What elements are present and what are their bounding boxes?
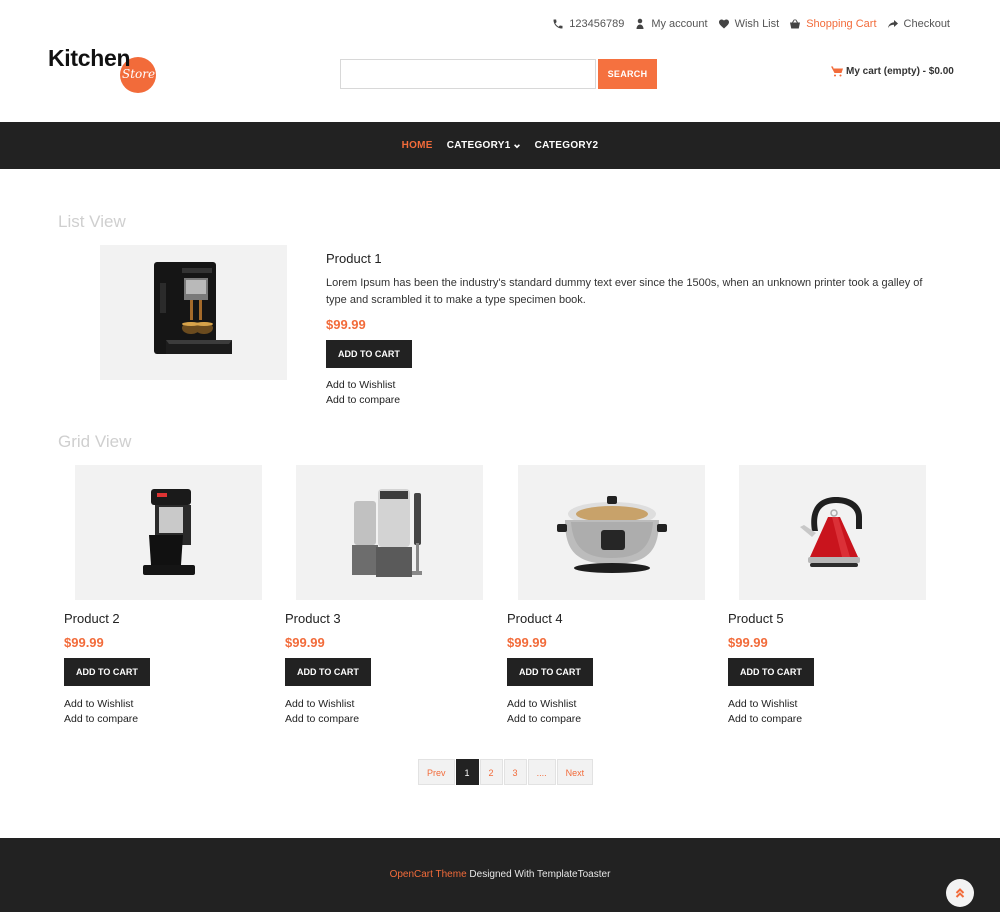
mini-cart[interactable]: My cart (empty) - $0.00 (831, 66, 954, 77)
add-to-cart-button[interactable]: ADD TO CART (285, 658, 371, 686)
top-links: 123456789 My account Wish List Shopping … (552, 18, 950, 30)
add-to-wishlist-link[interactable]: Add to Wishlist (507, 697, 705, 712)
nav-home-label: HOME (401, 140, 433, 151)
add-to-wishlist-link[interactable]: Add to Wishlist (64, 697, 262, 712)
my-account-link[interactable]: My account (634, 18, 708, 30)
product-name[interactable]: Product 3 (285, 611, 483, 626)
grid-product-card: Product 4 $99.99 ADD TO CART Add to Wish… (507, 465, 705, 727)
phone-icon (553, 19, 563, 29)
add-to-compare-link[interactable]: Add to compare (285, 712, 483, 727)
pagination-page-3[interactable]: 3 (503, 759, 527, 785)
product-price: $99.99 (64, 635, 104, 650)
list-view-title: List View (58, 212, 126, 231)
product-image-slow-cooker[interactable] (518, 465, 705, 600)
pagination-page-1[interactable]: 1 (455, 759, 479, 785)
pagination-next[interactable]: Next (556, 759, 594, 785)
search-bar: SEARCH (340, 59, 657, 89)
heart-icon (718, 19, 729, 29)
grid-product-card: Product 2 $99.99 ADD TO CART Add to Wish… (64, 465, 262, 727)
nav-item-home[interactable]: HOME (402, 140, 433, 151)
list-product: Product 1 Lorem Ipsum has been the indus… (326, 251, 936, 408)
add-to-compare-link[interactable]: Add to compare (507, 712, 705, 727)
pagination-ellipsis[interactable]: .... (527, 759, 556, 785)
add-to-wishlist-link[interactable]: Add to Wishlist (326, 378, 936, 393)
product-name[interactable]: Product 4 (507, 611, 705, 626)
food-processor-icon (351, 488, 422, 577)
main-nav: HOME CATEGORY1 CATEGORY2 (0, 122, 1000, 169)
nav-category2-label: CATEGORY2 (534, 140, 599, 151)
product-image-espresso-machine[interactable] (100, 245, 287, 380)
product-image-red-kettle[interactable] (739, 465, 926, 600)
add-to-compare-link[interactable]: Add to compare (64, 712, 262, 727)
footer-credit-text: Designed With TemplateToaster (466, 869, 611, 880)
opencart-theme-link[interactable]: OpenCart Theme (390, 869, 467, 880)
product-price: $99.99 (507, 635, 547, 650)
phone-number: 123456789 (569, 18, 625, 30)
checkout-link[interactable]: Checkout (887, 18, 950, 30)
wish-list-link[interactable]: Wish List (718, 18, 780, 30)
add-to-cart-button[interactable]: ADD TO CART (507, 658, 593, 686)
nav-item-category1[interactable]: CATEGORY1 (447, 140, 521, 151)
my-account-label: My account (651, 18, 708, 30)
checkout-label: Checkout (903, 18, 950, 30)
grid-product-card: Product 5 $99.99 ADD TO CART Add to Wish… (728, 465, 926, 727)
mini-cart-label: My cart (empty) - $0.00 (846, 66, 954, 77)
product-name[interactable]: Product 2 (64, 611, 262, 626)
shopping-cart-link[interactable]: Shopping Cart (789, 18, 877, 30)
grid-product-card: Product 3 $99.99 ADD TO CART Add to Wish… (285, 465, 483, 727)
product-image-food-processor-set[interactable] (296, 465, 483, 600)
add-to-wishlist-link[interactable]: Add to Wishlist (728, 697, 926, 712)
add-to-cart-button[interactable]: ADD TO CART (64, 658, 150, 686)
basket-icon (790, 19, 801, 29)
user-icon (636, 18, 644, 29)
wish-list-label: Wish List (734, 18, 780, 30)
logo-main-text: Kitchen (48, 45, 131, 71)
footer: OpenCart Theme Designed With TemplateToa… (0, 838, 1000, 912)
share-arrow-icon (887, 20, 898, 28)
back-to-top-button[interactable] (946, 879, 974, 907)
add-to-compare-link[interactable]: Add to compare (326, 393, 936, 408)
add-to-wishlist-link[interactable]: Add to Wishlist (285, 697, 483, 712)
product-price: $99.99 (326, 317, 366, 332)
pagination-prev[interactable]: Prev (418, 759, 455, 785)
coffee-maker-icon (142, 489, 195, 575)
product-name[interactable]: Product 1 (326, 251, 936, 266)
product-name[interactable]: Product 5 (728, 611, 926, 626)
logo-sub-text: Store (122, 67, 156, 81)
product-description: Lorem Ipsum has been the industry's stan… (326, 277, 923, 306)
nav-item-category2[interactable]: CATEGORY2 (535, 140, 599, 151)
pagination: Prev 1 2 3 .... Next (418, 759, 594, 785)
chevron-down-icon (513, 143, 520, 148)
double-chevron-up-icon (955, 888, 965, 898)
espresso-machine-icon (154, 261, 232, 354)
nav-category1-label: CATEGORY1 (446, 140, 511, 151)
search-input[interactable] (340, 59, 596, 89)
cart-icon (831, 66, 843, 77)
product-price: $99.99 (728, 635, 768, 650)
add-to-cart-button[interactable]: ADD TO CART (326, 340, 412, 368)
store-logo[interactable]: Kitchen Store (48, 45, 168, 105)
search-button[interactable]: SEARCH (598, 59, 657, 89)
product-image-coffee-maker[interactable] (75, 465, 262, 600)
shopping-cart-label: Shopping Cart (806, 18, 877, 30)
add-to-cart-button[interactable]: ADD TO CART (728, 658, 814, 686)
footer-credit: OpenCart Theme Designed With TemplateToa… (0, 869, 1000, 880)
slow-cooker-icon (556, 495, 667, 573)
product-price: $99.99 (285, 635, 325, 650)
add-to-compare-link[interactable]: Add to compare (728, 712, 926, 727)
phone-link[interactable]: 123456789 (552, 18, 624, 30)
kettle-icon (799, 496, 862, 567)
pagination-page-2[interactable]: 2 (479, 759, 503, 785)
grid-view-title: Grid View (58, 432, 132, 451)
